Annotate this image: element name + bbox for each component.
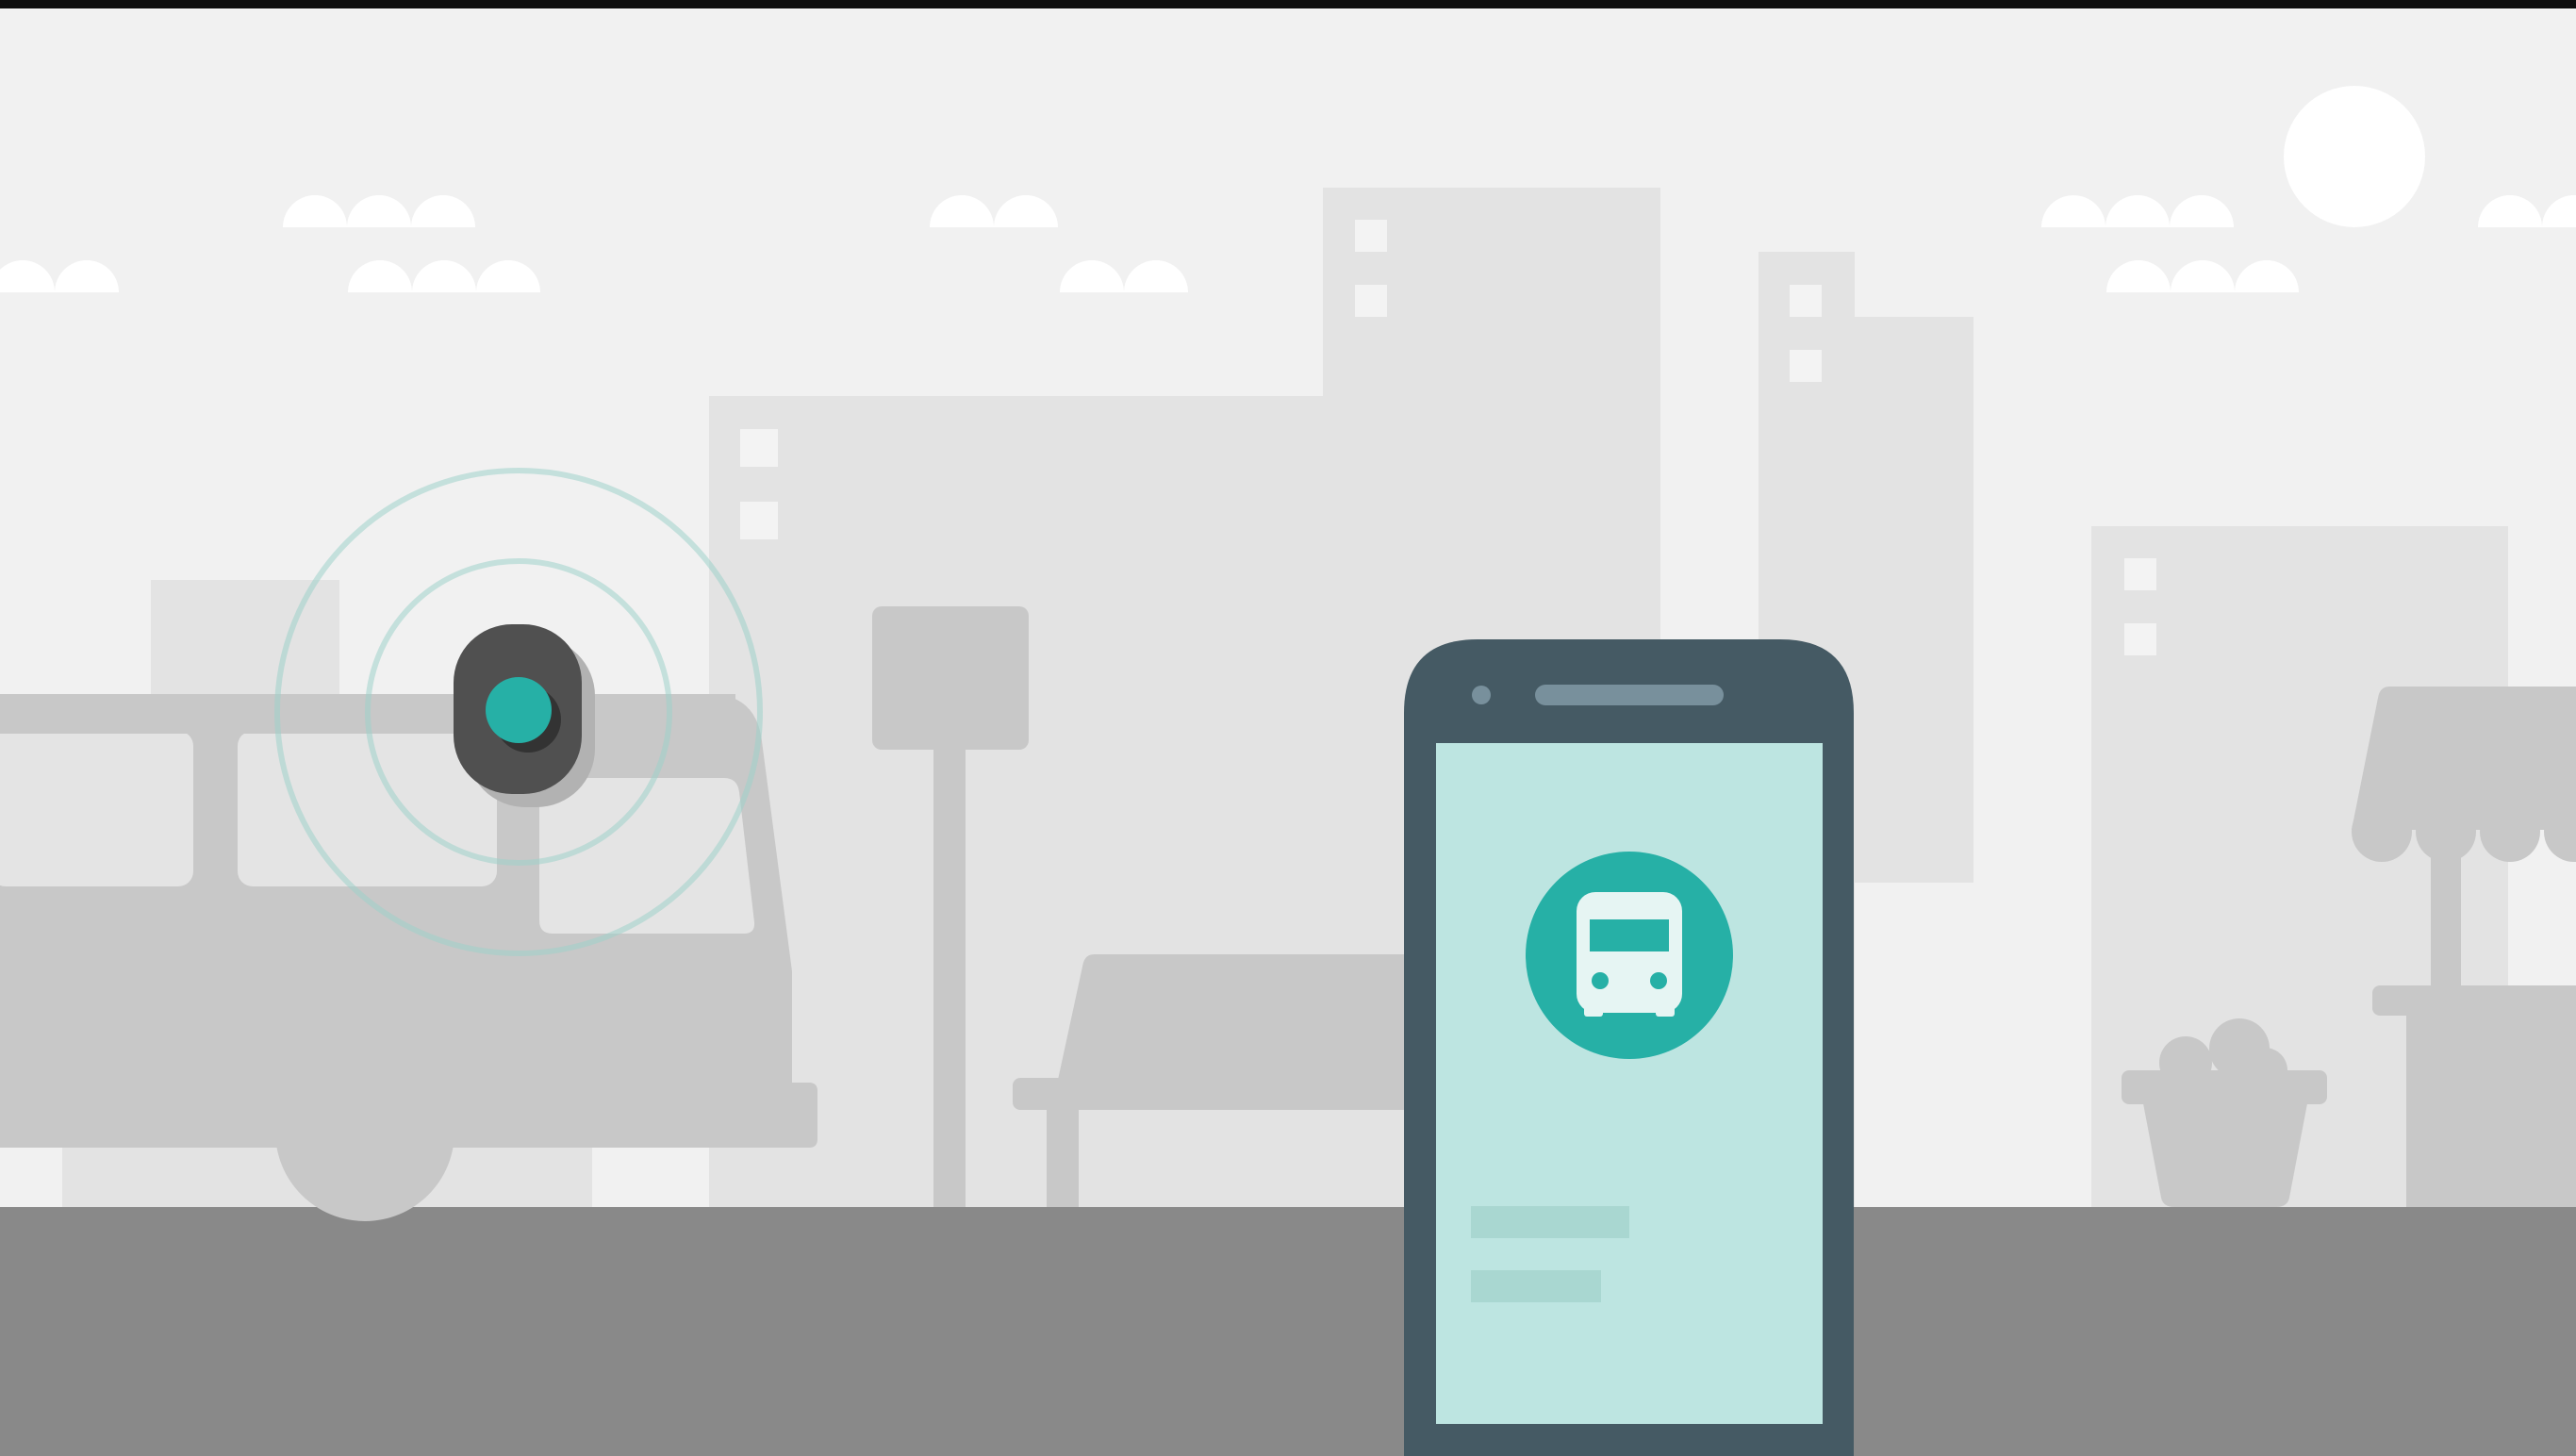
screen-text-placeholder — [1471, 1270, 1601, 1302]
bus-stop-beacon-illustration — [0, 0, 2576, 1456]
sun-icon — [2284, 86, 2425, 227]
screen-text-placeholder — [1471, 1206, 1629, 1238]
cloud-icon — [348, 260, 540, 292]
ground — [0, 1207, 2576, 1456]
kiosk-base — [2406, 1009, 2576, 1207]
sign-board — [872, 606, 1029, 750]
smartphone-icon — [1404, 639, 1854, 1456]
window — [1355, 285, 1387, 317]
window — [740, 502, 778, 539]
bus-icon — [1526, 852, 1733, 1059]
bus-icon-body — [1577, 892, 1682, 1013]
building — [1853, 317, 1973, 883]
window — [1790, 350, 1822, 382]
cloud-icon — [2106, 260, 2299, 292]
window — [2124, 623, 2156, 655]
bus-icon-headlight-right — [1650, 972, 1667, 989]
bus-window — [0, 731, 193, 886]
bus-icon-windshield — [1590, 919, 1669, 951]
bus-icon-wheel-left — [1584, 1005, 1603, 1017]
beacon-light — [486, 677, 552, 743]
bench-leg — [1047, 1103, 1079, 1207]
phone-speaker — [1535, 685, 1724, 705]
window — [1790, 285, 1822, 317]
phone-screen — [1436, 743, 1823, 1424]
window — [2124, 558, 2156, 590]
window — [1355, 220, 1387, 252]
cloud-icon — [2041, 195, 2234, 227]
bus-wheel — [275, 1042, 454, 1221]
sign-pole — [933, 736, 966, 1207]
phone-camera — [1472, 686, 1491, 704]
cloud-icon — [283, 195, 475, 227]
top-bar — [0, 0, 2576, 8]
bus-icon-wheel-right — [1656, 1005, 1675, 1017]
window — [740, 429, 778, 467]
bus-icon-headlight-left — [1592, 972, 1609, 989]
